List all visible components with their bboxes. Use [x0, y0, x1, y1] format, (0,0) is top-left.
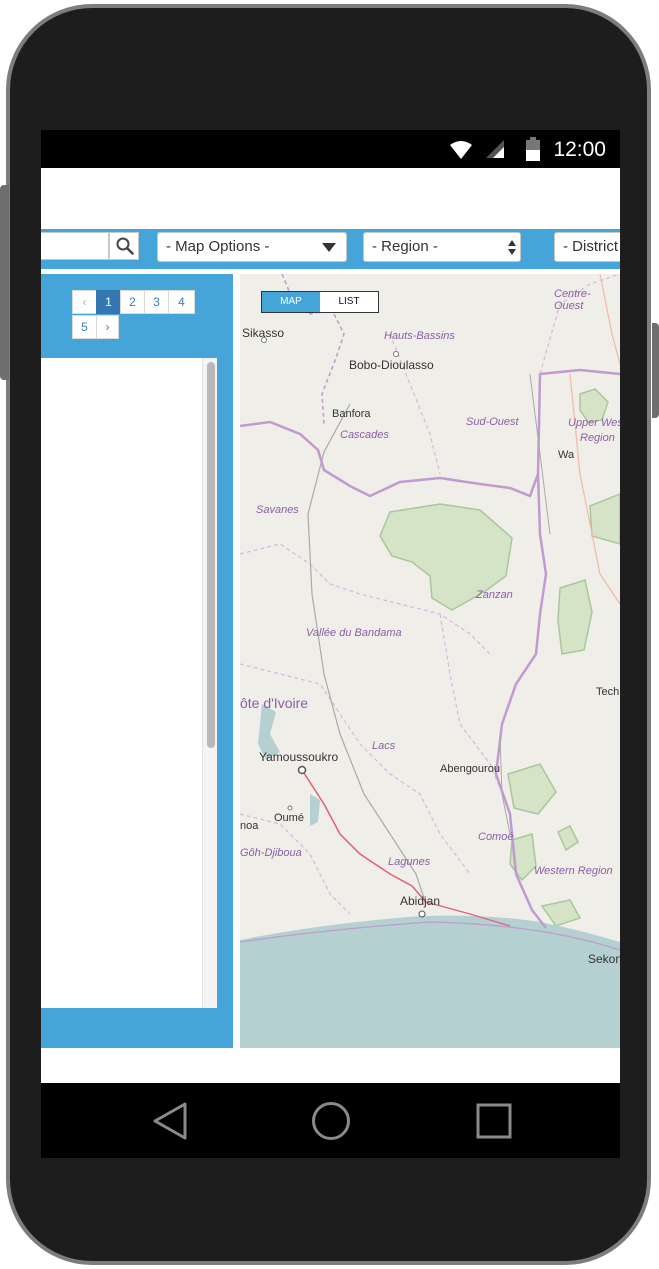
pagination-prev[interactable]: ‹	[72, 290, 97, 314]
map-park	[557, 824, 579, 852]
map-label-vallee-du-bandama: Vallée du Bandama	[306, 627, 402, 639]
list-scrollbar[interactable]	[202, 358, 217, 1008]
list-view-button[interactable]: LIST	[320, 292, 378, 312]
pagination-page-3[interactable]: 3	[144, 290, 169, 314]
list-item[interactable]	[41, 790, 202, 892]
map-road	[499, 735, 511, 835]
panel-divider	[233, 274, 240, 1048]
search-input[interactable]	[41, 232, 109, 260]
map-label-lacs: Lacs	[372, 740, 396, 752]
pagination-page-4[interactable]: 4	[168, 290, 195, 314]
view-toggle: MAP LIST	[261, 291, 379, 313]
map-label-abengourou: Abengourou	[440, 763, 500, 775]
map-marker	[418, 910, 426, 918]
map-label-banfora: Banfora	[332, 408, 371, 420]
back-icon[interactable]	[151, 1101, 189, 1141]
map-label-sikasso: Sikasso	[242, 326, 285, 340]
map-park	[507, 763, 557, 815]
phone-side-button-right	[652, 323, 659, 418]
map-options-label: - Map Options -	[166, 238, 270, 255]
search-button[interactable]	[109, 232, 139, 260]
map-park	[589, 493, 620, 545]
search-icon	[116, 237, 134, 255]
map-label-abidjan: Abidjan	[400, 894, 441, 908]
map-label-upper-west: Upper West	[568, 417, 620, 429]
map-label-noa: noa	[240, 820, 259, 832]
map-label-bobo-dioulasso: Bobo-Dioulasso	[349, 358, 434, 372]
map-canvas	[240, 274, 620, 1048]
map-label-tech: Tech	[596, 686, 620, 698]
map-label-sekon: Sekon	[588, 952, 620, 966]
map-view-button[interactable]: MAP	[262, 292, 320, 312]
wifi-icon	[450, 141, 472, 159]
map-label-zanzan: Zanzan	[476, 589, 513, 601]
pagination-page-1[interactable]: 1	[96, 290, 121, 314]
status-bar: 12:00	[41, 130, 620, 168]
map-park	[557, 579, 593, 655]
district-label: - District	[563, 238, 618, 255]
list-item[interactable]	[41, 685, 202, 786]
map-marker	[297, 765, 307, 775]
list-item[interactable]	[41, 358, 202, 462]
map-label-lagunes: Lagunes	[388, 856, 431, 868]
map-view[interactable]: MAP LIST Sikasso Hauts-Bassins Centre-Ou…	[240, 274, 620, 1048]
battery-icon	[526, 137, 540, 161]
recents-icon[interactable]	[476, 1103, 512, 1139]
map-park	[540, 899, 582, 927]
map-label-cote-divoire: ôte d'Ivoire	[240, 695, 309, 711]
map-label-hauts-bassins: Hauts-Bassins	[384, 330, 455, 342]
results-list	[41, 358, 217, 1008]
map-lake	[310, 794, 320, 826]
map-road	[301, 769, 427, 903]
map-label-yamoussoukro: Yamoussoukro	[259, 750, 339, 764]
district-select[interactable]: - District	[554, 232, 620, 262]
map-label-centre-ouest: Centre-Ouest	[554, 288, 591, 312]
pagination-page-5[interactable]: 5	[72, 315, 97, 339]
region-label: - Region -	[372, 238, 438, 255]
home-icon[interactable]	[311, 1101, 351, 1141]
map-label-cascades: Cascades	[340, 429, 389, 441]
list-item[interactable]	[41, 898, 202, 1008]
map-label-region: Region	[580, 432, 615, 444]
map-marker	[287, 805, 293, 811]
results-panel: ‹ 1 2 3 4 5 ›	[41, 274, 233, 1048]
pagination-page-2[interactable]: 2	[120, 290, 145, 314]
map-marker	[393, 351, 399, 357]
map-label-savanes: Savanes	[256, 504, 299, 516]
map-label-sud-ouest: Sud-Ouest	[466, 416, 519, 428]
list-item[interactable]	[41, 467, 202, 570]
android-nav-bar	[41, 1083, 620, 1158]
pagination-next[interactable]: ›	[96, 315, 119, 339]
map-label-western-region: Western Region	[534, 865, 613, 877]
map-label-wa: Wa	[558, 449, 575, 461]
filter-toolbar: - Map Options - - Region - - District	[41, 229, 620, 269]
phone-side-button-left	[0, 185, 9, 380]
status-time: 12:00	[553, 138, 606, 161]
region-select[interactable]: - Region -	[363, 232, 521, 262]
updown-arrows-icon	[508, 240, 516, 255]
map-road	[307, 403, 427, 905]
list-item[interactable]	[41, 576, 202, 680]
device-screen: 12:00 - Map Options - - Region - - Distr…	[41, 130, 620, 1158]
map-label-oume: Oumé	[274, 812, 304, 824]
chevron-down-icon	[322, 243, 336, 252]
scrollbar-thumb[interactable]	[207, 362, 215, 748]
map-label-comoe: Comoé	[478, 831, 514, 843]
map-label-goh-djiboua: Gôh-Djiboua	[240, 847, 302, 859]
signal-icon	[486, 140, 504, 158]
map-options-select[interactable]: - Map Options -	[157, 232, 347, 262]
